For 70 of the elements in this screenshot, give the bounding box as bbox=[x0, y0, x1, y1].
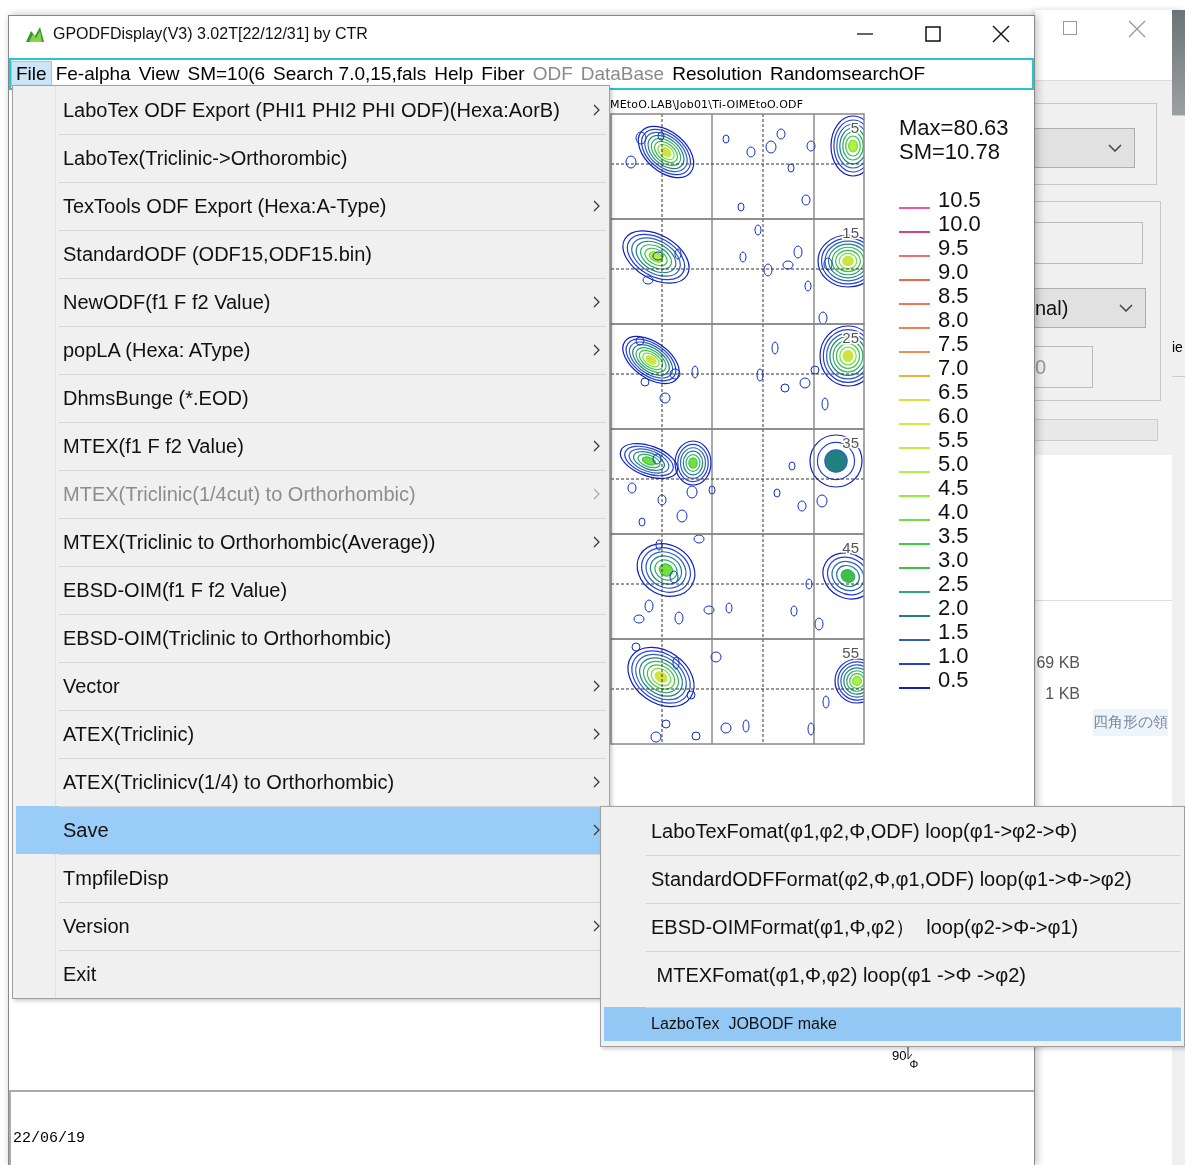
menu-item[interactable]: Fe-alpha bbox=[51, 61, 135, 87]
menu-item[interactable]: View bbox=[134, 61, 184, 87]
text-field[interactable] bbox=[1035, 222, 1143, 264]
legend-value: 4.0 bbox=[938, 500, 969, 524]
legend-value: 1.0 bbox=[938, 644, 969, 668]
legend-value: 9.0 bbox=[938, 260, 969, 284]
maximize-icon[interactable] bbox=[924, 25, 942, 43]
menu-item[interactable]: StandardODFFormat(φ2,Φ,φ1,ODF) loop(φ1->Φ->φ2) bbox=[604, 855, 1181, 903]
legend-value: 10.5 bbox=[938, 188, 981, 212]
app-icon[interactable] bbox=[25, 25, 45, 43]
legend-value: 5.0 bbox=[938, 452, 969, 476]
menu-item[interactable]: LaboTex(Triclinic->Orthorombic) bbox=[16, 134, 606, 182]
menu-item[interactable]: Fiber bbox=[477, 61, 529, 87]
menu-item[interactable]: LaboTex ODF Export (PHI1 PHI2 PHI ODF)(Hexa:AorB) bbox=[16, 86, 606, 134]
menu-item[interactable]: LazboTex JOBODF make bbox=[604, 1007, 1181, 1041]
smoothing-label: SM=10.78 bbox=[899, 140, 1001, 164]
menu-item[interactable]: Help bbox=[430, 61, 478, 87]
menu-item[interactable]: NewODF(f1 F f2 Value) bbox=[16, 278, 606, 326]
legend-value: 0.5 bbox=[938, 668, 969, 692]
menu-item[interactable]: SM=10(6 bbox=[183, 61, 270, 87]
legend-value: 2.5 bbox=[938, 572, 969, 596]
legend-value: 7.0 bbox=[938, 356, 969, 380]
legend-value: 8.5 bbox=[938, 284, 969, 308]
menu-item[interactable]: popLA (Hexa: AType) bbox=[16, 326, 606, 374]
field-label: ie bbox=[1172, 339, 1184, 355]
menu-item[interactable]: LaboTexFomat(φ1,φ2,Φ,ODF) loop(φ1->φ2->Φ) bbox=[604, 807, 1181, 855]
legend-value: 5.5 bbox=[938, 428, 969, 452]
chevron-down-icon[interactable] bbox=[1119, 304, 1133, 312]
tick-mark-icon bbox=[906, 1046, 915, 1062]
menu-item[interactable]: EBSD-OIM(Triclinic to Orthorhombic) bbox=[16, 614, 606, 662]
menu-item[interactable]: TexTools ODF Export (Hexa:A-Type) bbox=[16, 182, 606, 230]
menu-item[interactable]: MTEXFomat(φ1,Φ,φ2) loop(φ1 ->Φ ->φ2) bbox=[604, 951, 1181, 999]
file-size: 1 KB bbox=[1045, 684, 1081, 704]
menu-item[interactable]: Search 7.0,15,fals bbox=[269, 61, 431, 87]
menu-item[interactable]: Vector bbox=[16, 662, 606, 710]
dropdown[interactable]: nal) bbox=[1035, 288, 1146, 328]
chevron-down-icon[interactable] bbox=[1108, 144, 1122, 152]
menu-item[interactable]: EBSD-OIMFormat(φ1,Φ,φ2） loop(φ2->Φ->φ1) bbox=[604, 903, 1181, 951]
menu-item[interactable]: MTEX(Triclinic to Orthorhombic(Average)) bbox=[16, 518, 606, 566]
date-label: 22/06/19 bbox=[13, 1130, 85, 1147]
legend-value: 8.0 bbox=[938, 308, 969, 332]
menu-item[interactable]: ATEX(Triclinicv(1/4) to Orthorhombic) bbox=[16, 758, 606, 806]
menu-item[interactable]: Resolution bbox=[668, 61, 766, 87]
menu-item[interactable]: EBSD-OIM(f1 F f2 Value) bbox=[16, 566, 606, 614]
window-title: GPODFDisplay(V3) 3.02T[22/12/31] by CTR bbox=[53, 25, 368, 43]
close-icon[interactable] bbox=[992, 25, 1010, 43]
hint-text: 四角形の領 bbox=[1093, 709, 1168, 736]
axis-tick-label: 90 bbox=[892, 1048, 907, 1063]
legend-value: 3.0 bbox=[938, 548, 969, 572]
menu-item[interactable]: RandomsearchOF bbox=[765, 61, 930, 87]
file-path-label: MEtoO.LAB\Job01\Ti-OIMEtoO.ODF bbox=[610, 98, 805, 111]
section-label: 45 bbox=[842, 539, 859, 556]
legend-value: 2.0 bbox=[938, 596, 969, 620]
menu-item[interactable]: DhmsBunge (*.EOD) bbox=[16, 374, 606, 422]
legend-value: 10.0 bbox=[938, 212, 981, 236]
legend-value: 4.5 bbox=[938, 476, 969, 500]
menu-item[interactable]: StandardODF (ODF15,ODF15.bin) bbox=[16, 230, 606, 278]
max-value-label: Max=80.63 bbox=[899, 116, 1009, 140]
legend-value: 9.5 bbox=[938, 236, 969, 260]
axis-label: Φ bbox=[909, 1058, 919, 1070]
legend-value: 1.5 bbox=[938, 620, 969, 644]
menu-item[interactable]: ATEX(Triclinic) bbox=[16, 710, 606, 758]
menu-item[interactable]: MTEX(f1 F f2 Value) bbox=[16, 422, 606, 470]
legend-value: 7.5 bbox=[938, 332, 969, 356]
section-label: 55 bbox=[842, 644, 859, 661]
legend-value: 3.5 bbox=[938, 524, 969, 548]
legend-value: 6.0 bbox=[938, 404, 969, 428]
legend-value: 6.5 bbox=[938, 380, 969, 404]
file-size: 69 KB bbox=[1036, 653, 1081, 673]
menu-item[interactable]: File bbox=[11, 61, 52, 87]
